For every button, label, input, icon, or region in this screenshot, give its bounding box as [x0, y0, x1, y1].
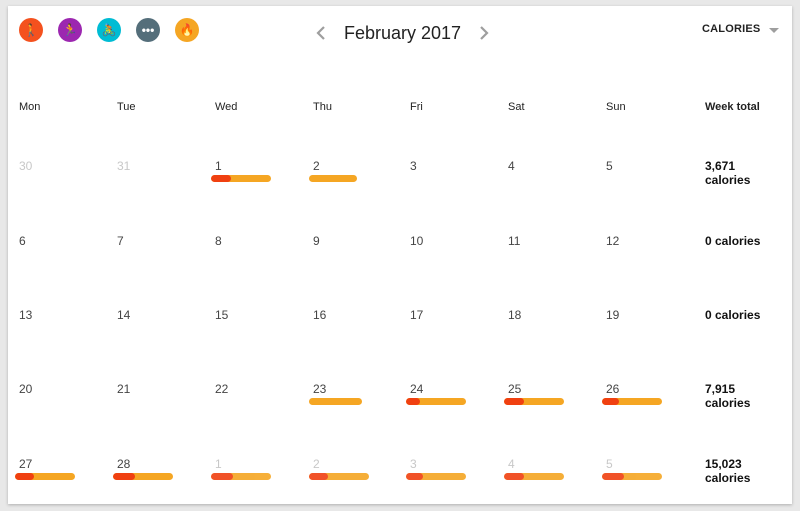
calorie-progress-bar — [309, 175, 357, 182]
active-calories-fill — [602, 398, 619, 405]
week-total-unit: calories — [705, 173, 751, 187]
week-total: 0 calories — [705, 234, 760, 248]
weekday-header-sat: Sat — [508, 101, 525, 113]
day-number[interactable]: 27 — [19, 457, 32, 471]
week-total-header: Week total — [705, 101, 760, 113]
day-number[interactable]: 1 — [215, 159, 222, 173]
dropdown-caret-icon[interactable] — [769, 28, 779, 33]
active-calories-fill — [113, 473, 135, 480]
month-navigator: February 2017 — [310, 22, 495, 44]
day-number[interactable]: 16 — [313, 308, 326, 322]
day-number[interactable]: 20 — [19, 382, 32, 396]
previous-month-button[interactable] — [310, 22, 332, 44]
weekday-header-mon: Mon — [19, 101, 41, 113]
day-number[interactable]: 15 — [215, 308, 228, 322]
calorie-progress-bar — [211, 473, 271, 480]
day-number[interactable]: 18 — [508, 308, 521, 322]
day-number[interactable]: 6 — [19, 234, 26, 248]
calories-flame-icon[interactable]: 🔥 — [175, 18, 199, 42]
day-number[interactable]: 25 — [508, 382, 521, 396]
calorie-progress-bar — [113, 473, 173, 480]
next-month-button[interactable] — [473, 22, 495, 44]
day-number[interactable]: 28 — [117, 457, 130, 471]
day-number[interactable]: 24 — [410, 382, 423, 396]
calorie-progress-bar — [15, 473, 75, 480]
day-number[interactable]: 13 — [19, 308, 32, 322]
active-calories-fill — [406, 398, 420, 405]
day-number[interactable]: 11 — [508, 234, 520, 248]
day-number[interactable]: 3 — [410, 457, 417, 471]
active-calories-fill — [211, 473, 233, 480]
active-calories-fill — [211, 175, 231, 182]
active-calories-fill — [504, 473, 524, 480]
day-number[interactable]: 4 — [508, 457, 515, 471]
day-number[interactable]: 10 — [410, 234, 423, 248]
week-total-value: 0 calories — [705, 234, 761, 248]
day-number[interactable]: 5 — [606, 159, 613, 173]
calorie-progress-bar — [504, 473, 564, 480]
week-total: 7,915 calories — [705, 382, 750, 410]
day-number[interactable]: 2 — [313, 159, 320, 173]
chevron-left-icon — [316, 26, 325, 40]
chevron-right-icon — [480, 26, 489, 40]
day-number[interactable]: 14 — [117, 308, 130, 322]
week-total: 3,671 calories — [705, 159, 750, 187]
biking-icon[interactable]: 🚴 — [97, 18, 121, 42]
calorie-progress-bar — [504, 398, 564, 405]
active-calories-fill — [15, 473, 34, 480]
week-total-value: 15,023 — [705, 457, 742, 471]
day-number[interactable]: 5 — [606, 457, 613, 471]
weekday-header-fri: Fri — [410, 101, 423, 113]
week-total-value: 3,671 — [705, 159, 736, 173]
day-number[interactable]: 1 — [215, 457, 222, 471]
other-activities-icon[interactable]: ••• — [136, 18, 160, 42]
metric-dropdown[interactable]: CALORIES — [702, 23, 760, 35]
day-number[interactable]: 2 — [313, 457, 320, 471]
day-number[interactable]: 30 — [19, 159, 32, 173]
active-calories-fill — [406, 473, 423, 480]
calorie-progress-bar — [406, 473, 466, 480]
running-icon[interactable]: 🏃 — [58, 18, 82, 42]
weekday-header-tue: Tue — [117, 101, 136, 113]
day-number[interactable]: 3 — [410, 159, 417, 173]
calendar-card: 🚶 🏃 🚴 ••• 🔥 February 2017 CALORIES Mon Tue Wed… — [8, 6, 792, 504]
day-number[interactable]: 23 — [313, 382, 326, 396]
calorie-progress-bar — [309, 398, 362, 405]
day-number[interactable]: 17 — [410, 308, 423, 322]
weekday-header-thu: Thu — [313, 101, 332, 113]
day-number[interactable]: 31 — [117, 159, 130, 173]
walking-icon[interactable]: 🚶 — [19, 18, 43, 42]
active-calories-fill — [504, 398, 524, 405]
day-number[interactable]: 7 — [117, 234, 124, 248]
day-number[interactable]: 12 — [606, 234, 619, 248]
week-total-value: 7,915 — [705, 382, 736, 396]
week-total: 0 calories — [705, 308, 760, 322]
day-number[interactable]: 4 — [508, 159, 515, 173]
week-total-value: 0 calories — [705, 308, 761, 322]
day-number[interactable]: 9 — [313, 234, 320, 248]
calorie-progress-bar — [602, 473, 662, 480]
week-total-unit: calories — [705, 396, 751, 410]
calorie-progress-bar — [602, 398, 662, 405]
day-number[interactable]: 21 — [117, 382, 130, 396]
weekday-header-wed: Wed — [215, 101, 238, 113]
activity-filter-bar: 🚶 🏃 🚴 ••• 🔥 — [19, 18, 214, 42]
calorie-progress-bar — [406, 398, 466, 405]
day-number[interactable]: 26 — [606, 382, 619, 396]
active-calories-fill — [309, 473, 328, 480]
active-calories-fill — [602, 473, 624, 480]
day-number[interactable]: 22 — [215, 382, 228, 396]
calorie-progress-bar — [309, 473, 369, 480]
week-total-unit: calories — [705, 471, 751, 485]
month-title: February 2017 — [344, 22, 462, 43]
weekday-header-sun: Sun — [606, 101, 626, 113]
week-total: 15,023 calories — [705, 457, 750, 485]
day-number[interactable]: 8 — [215, 234, 222, 248]
day-number[interactable]: 19 — [606, 308, 619, 322]
calorie-progress-bar — [211, 175, 271, 182]
